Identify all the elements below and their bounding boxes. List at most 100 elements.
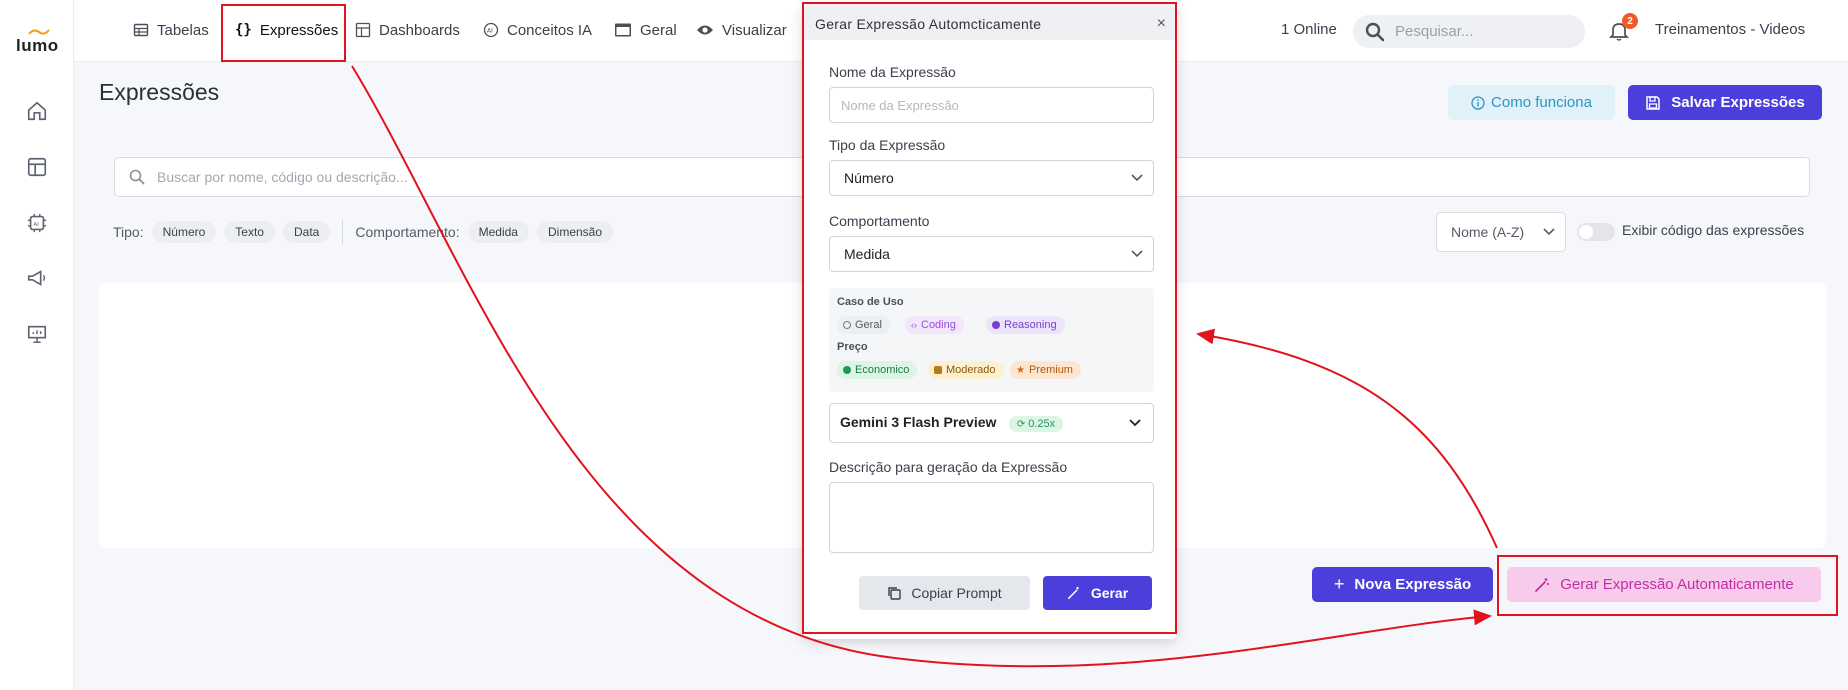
filter-chip-data[interactable]: Data xyxy=(282,221,331,243)
search-icon xyxy=(1365,22,1385,41)
nav-tabelas-label: Tabelas xyxy=(157,21,209,39)
use-case-coding-tag[interactable]: ‹› Coding xyxy=(905,316,964,334)
price-label: Preço xyxy=(837,341,868,353)
magic-wand-icon xyxy=(1535,577,1550,592)
nav-conceitos-label: Conceitos IA xyxy=(507,21,593,39)
save-expressions-button[interactable]: Salvar Expressões xyxy=(1628,85,1822,120)
nav-dashboards-label: Dashboards xyxy=(379,21,460,39)
globe-icon xyxy=(843,321,851,329)
window-icon xyxy=(615,23,631,37)
name-label: Nome da Expressão xyxy=(829,64,956,80)
filter-bar: Tipo: Número Texto Data Comportamento: M… xyxy=(113,220,614,244)
global-search[interactable] xyxy=(1353,15,1585,48)
price-economico-label: Economico xyxy=(855,364,910,376)
global-search-input[interactable] xyxy=(1395,23,1575,40)
expression-type-select[interactable]: Número xyxy=(829,160,1154,196)
nav-geral-label: Geral xyxy=(640,21,677,39)
use-case-geral-label: Geral xyxy=(855,319,882,331)
new-expression-button[interactable]: + Nova Expressão xyxy=(1312,567,1493,602)
model-select[interactable]: Gemini 3 Flash Preview ⟳ 0.25x xyxy=(829,403,1154,443)
braces-icon: {} xyxy=(235,22,252,38)
description-label: Descrição para geração da Expressão xyxy=(829,459,1068,475)
sort-select[interactable]: Nome (A-Z) xyxy=(1436,212,1566,252)
app-logo[interactable]: lumo xyxy=(14,28,60,56)
brain-icon xyxy=(992,321,1000,329)
save-icon xyxy=(1646,95,1661,110)
chevron-down-icon xyxy=(1129,419,1141,427)
copy-icon xyxy=(888,587,902,600)
sort-value: Nome (A-Z) xyxy=(1451,224,1525,240)
filter-chip-dimensao[interactable]: Dimensão xyxy=(536,221,614,243)
price-premium-tag[interactable]: ★ Premium xyxy=(1010,361,1081,379)
modal-title: Gerar Expressão Automcticamente xyxy=(815,15,1042,32)
dashboard-nav-icon xyxy=(355,22,371,38)
how-it-works-button[interactable]: Como funciona xyxy=(1448,85,1615,120)
magic-wand-icon xyxy=(1067,586,1079,600)
nav-visualizar-label: Visualizar xyxy=(722,21,787,39)
code-icon: ‹› xyxy=(911,320,917,330)
nav-conceitos-ia[interactable]: AI Conceitos IA xyxy=(483,0,592,60)
how-it-works-label: Como funciona xyxy=(1491,94,1592,111)
expression-name-input[interactable] xyxy=(829,87,1154,123)
copy-prompt-button[interactable]: Copiar Prompt xyxy=(859,576,1030,610)
notification-badge: 2 xyxy=(1622,13,1638,29)
chevron-down-icon xyxy=(1131,174,1143,182)
megaphone-icon[interactable] xyxy=(24,265,50,291)
star-icon: ★ xyxy=(1016,364,1025,376)
save-expressions-label: Salvar Expressões xyxy=(1671,94,1805,111)
type-label: Tipo da Expressão xyxy=(829,137,946,153)
nav-expressoes[interactable]: {} Expressões xyxy=(235,0,338,60)
behavior-label: Comportamento xyxy=(829,213,930,229)
svg-text:AI: AI xyxy=(487,28,493,35)
auto-generate-label: Gerar Expressão Automaticamente xyxy=(1560,576,1794,593)
filter-chip-numero[interactable]: Número xyxy=(151,221,217,243)
show-code-toggle[interactable] xyxy=(1577,223,1615,241)
ai-nav-icon: AI xyxy=(483,22,499,38)
expression-search-input[interactable] xyxy=(157,169,757,185)
nav-visualizar[interactable]: Visualizar xyxy=(696,0,787,60)
new-expression-label: Nova Expressão xyxy=(1354,576,1472,593)
behavior-value: Medida xyxy=(844,246,890,262)
logo-wave-icon xyxy=(28,29,50,35)
nav-dashboards[interactable]: Dashboards xyxy=(355,0,460,60)
model-name: Gemini 3 Flash Preview xyxy=(840,413,997,430)
chevron-down-icon xyxy=(1543,228,1555,236)
coin-icon: ⟳ xyxy=(1016,418,1026,430)
logo-text: lumo xyxy=(16,36,59,55)
filter-chip-medida[interactable]: Medida xyxy=(467,221,529,243)
online-count: 1 Online xyxy=(1281,21,1337,38)
copy-prompt-label: Copiar Prompt xyxy=(911,585,1002,601)
expression-type-value: Número xyxy=(844,170,894,186)
generate-expression-modal: Gerar Expressão Automcticamente × Nome d… xyxy=(803,7,1176,639)
model-filter-box: Caso de Uso Geral ‹› Coding Reasoning Pr… xyxy=(829,288,1154,392)
dashboard-icon[interactable] xyxy=(24,154,50,180)
search-icon xyxy=(129,169,145,185)
ai-chip-icon[interactable]: AI xyxy=(24,210,50,236)
receipt-icon xyxy=(934,366,942,374)
model-multiplier-badge: ⟳ 0.25x xyxy=(1008,416,1064,433)
nav-geral[interactable]: Geral xyxy=(614,0,677,60)
user-menu[interactable]: Treinamentos - Videos xyxy=(1655,21,1805,38)
behavior-select[interactable]: Medida xyxy=(829,236,1154,272)
price-economico-tag[interactable]: Economico xyxy=(837,361,918,379)
use-case-coding-label: Coding xyxy=(921,319,956,331)
generate-button[interactable]: Gerar xyxy=(1043,576,1152,610)
description-textarea[interactable] xyxy=(829,482,1154,553)
show-code-label: Exibir código das expressões xyxy=(1622,222,1805,238)
price-moderado-tag[interactable]: Moderado xyxy=(928,361,1004,379)
use-case-reasoning-tag[interactable]: Reasoning xyxy=(986,316,1065,334)
close-icon[interactable]: × xyxy=(1157,15,1166,33)
nav-tabelas[interactable]: Tabelas xyxy=(133,0,209,60)
piggy-bank-icon xyxy=(843,366,851,374)
page-title: Expressões xyxy=(99,79,220,105)
table-icon xyxy=(133,23,149,37)
modal-header: Gerar Expressão Automcticamente × xyxy=(803,7,1176,40)
presentation-icon[interactable] xyxy=(24,321,50,347)
filter-chip-texto[interactable]: Texto xyxy=(224,221,275,243)
plus-icon: + xyxy=(1333,574,1345,594)
auto-generate-button[interactable]: Gerar Expressão Automaticamente xyxy=(1507,567,1821,602)
info-icon xyxy=(1471,95,1485,110)
generate-label: Gerar xyxy=(1090,585,1129,601)
use-case-geral-tag[interactable]: Geral xyxy=(837,316,890,334)
home-icon[interactable] xyxy=(24,98,50,124)
